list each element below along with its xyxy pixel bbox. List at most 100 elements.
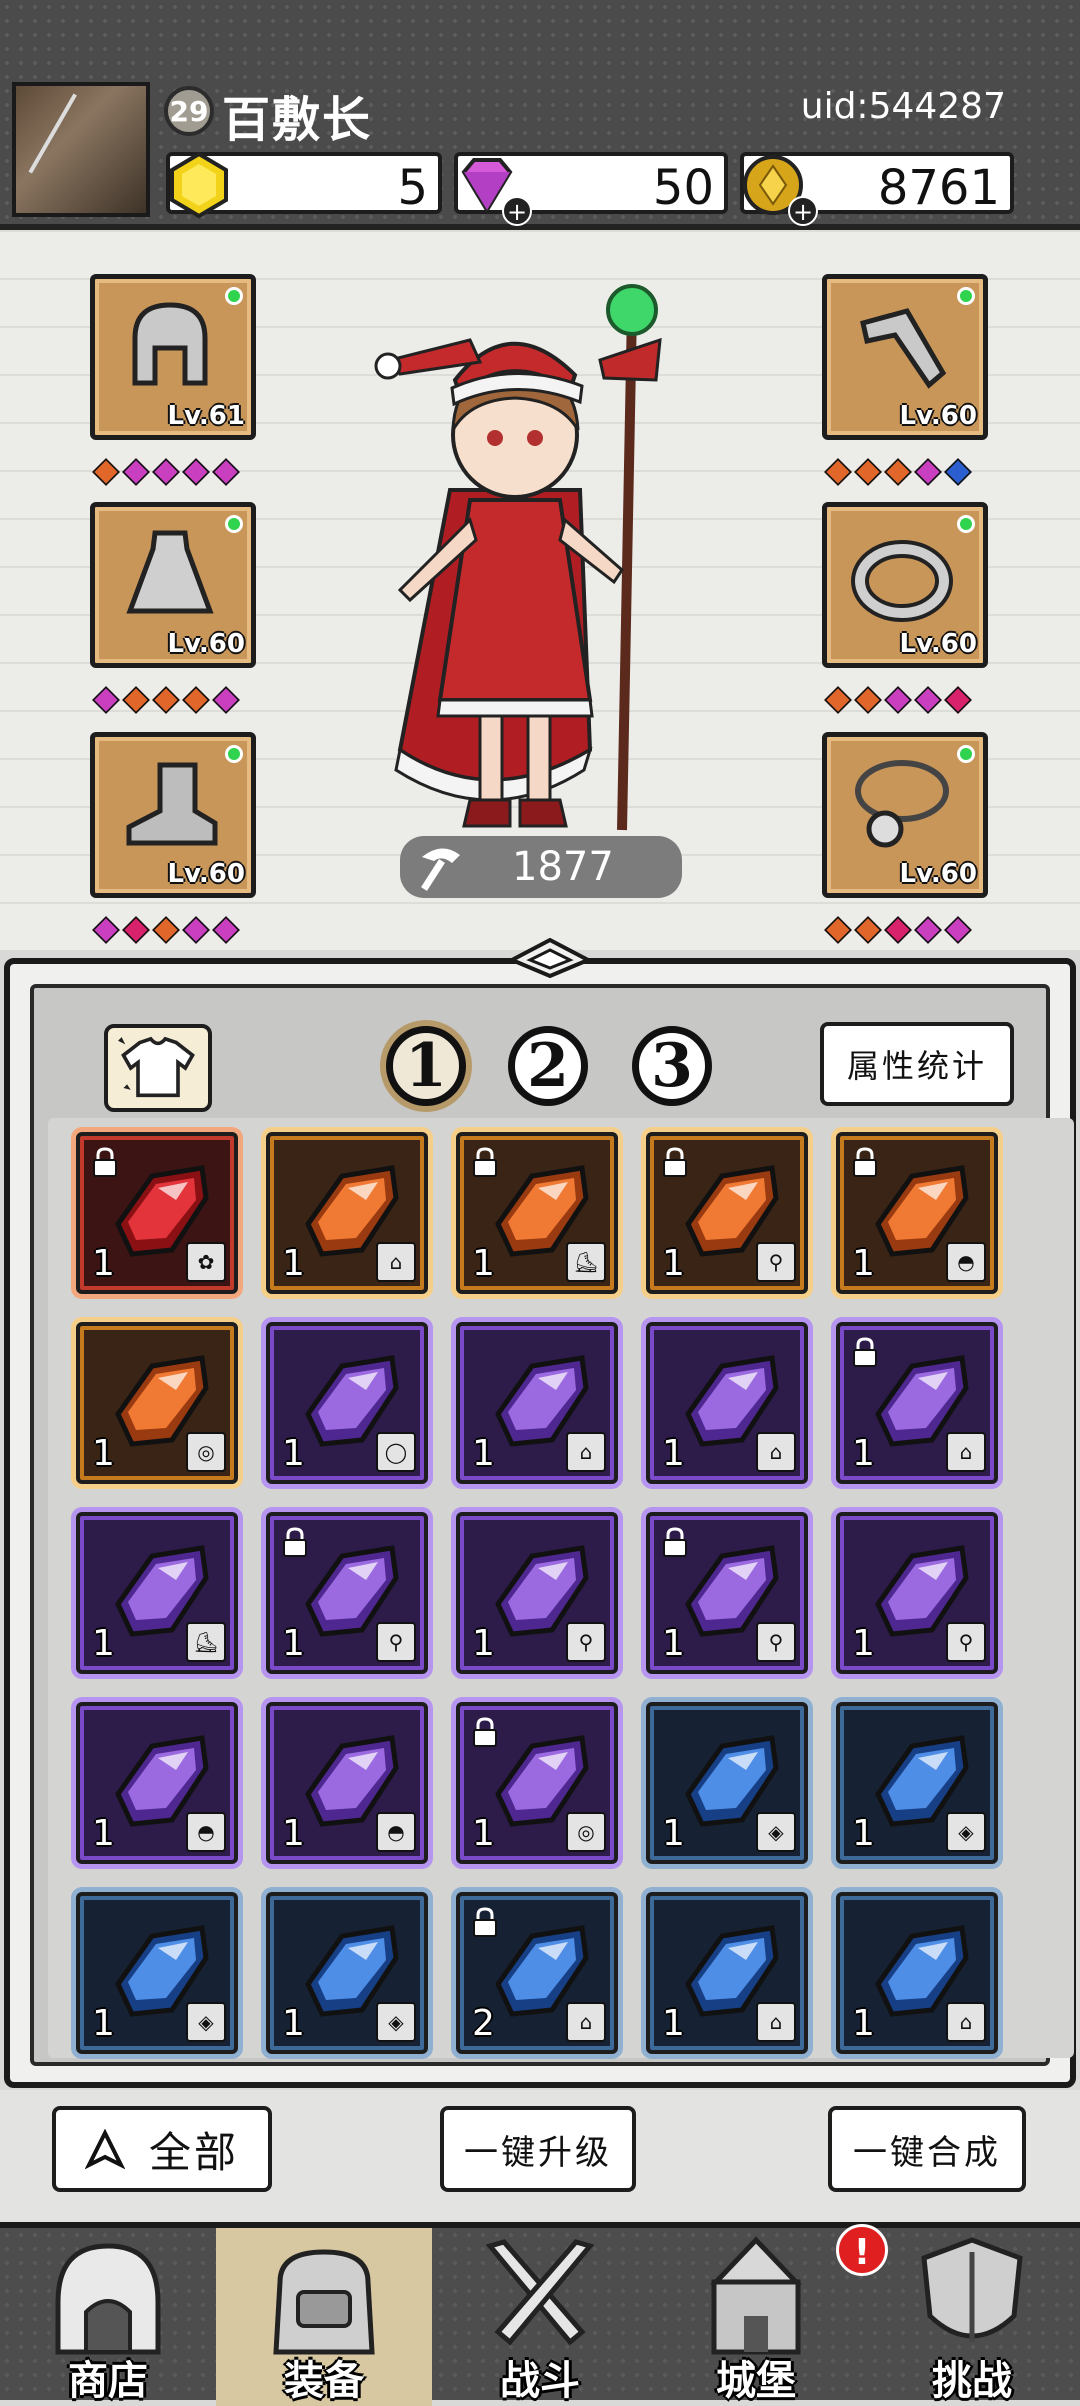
gem-quantity: 1 (282, 2003, 305, 2044)
boot-icon (126, 762, 218, 846)
inventory-gem-purple[interactable]: 1 ◯ (266, 1322, 428, 1484)
gem-socket (884, 916, 912, 944)
nav-castle-label: 城堡 (716, 2358, 796, 2404)
lock-icon (663, 1147, 687, 1177)
attribute-stats-button[interactable]: 属性统计 (820, 1022, 1014, 1106)
necklace-level: Lv.60 (899, 859, 977, 889)
gem-quantity: 1 (92, 1813, 115, 1854)
inventory-panel: 1 2 3 属性统计 1 ✿ 1 ⌂ 1 ⛸ 1 ⚲ 1 ◓ 1 ◎ 1 ◯ 1 ⌂ 1 ⌂ 1 ⌂ 1 ⛸ 1 ⚲ 1 ⚲ 1 ⚲ 1… (4, 938, 1076, 2088)
boot-slot-tag-icon: ⛸ (186, 1622, 226, 1662)
tab-2[interactable]: 2 (508, 1026, 588, 1106)
gem-quantity: 1 (282, 1813, 305, 1854)
gem-socket (122, 458, 150, 486)
gem-socket (854, 916, 882, 944)
inventory-gem-purple[interactable]: 1 ⚲ (266, 1512, 428, 1674)
tab-3[interactable]: 3 (632, 1026, 712, 1106)
inventory-gem-purple[interactable]: 1 ⛸ (76, 1512, 238, 1674)
inventory-gem-blue[interactable]: 2 ⌂ (456, 1892, 618, 2054)
necklace-slot-tag-icon: ◎ (566, 1812, 606, 1852)
hero-character[interactable] (360, 270, 680, 850)
ring-level: Lv.60 (899, 629, 977, 659)
crossed-swords-icon (485, 2239, 595, 2346)
lock-icon (853, 1337, 877, 1367)
diamond-counter[interactable]: + 50 (454, 152, 728, 226)
inventory-gem-blue[interactable]: 1 ⌂ (646, 1892, 808, 2054)
necklace-gem-sockets (824, 916, 972, 948)
coin-counter[interactable]: + 8761 (740, 152, 1014, 226)
drop-slot-tag-icon: ◈ (376, 2002, 416, 2042)
lock-icon (93, 1147, 117, 1177)
inventory-gem-purple[interactable]: 1 ⚲ (456, 1512, 618, 1674)
inventory-gem-red[interactable]: 1 ✿ (76, 1132, 238, 1294)
gem-quantity: 1 (92, 2003, 115, 2044)
weapon-slot-tag-icon: ⚲ (566, 1622, 606, 1662)
nav-castle[interactable]: 城堡 (648, 2228, 864, 2406)
shirt-icon (118, 1036, 195, 1098)
inventory-gem-blue[interactable]: 1 ◈ (266, 1892, 428, 2054)
coin-add-icon[interactable]: + (788, 196, 818, 226)
inventory-gem-orange[interactable]: 1 ◎ (76, 1322, 238, 1484)
helmet-slot[interactable]: Lv.61 (90, 274, 256, 440)
player-name: 百敷长 (222, 92, 373, 148)
gem-quantity: 1 (662, 1813, 685, 1854)
player-avatar[interactable] (12, 82, 150, 217)
inventory-gem-purple[interactable]: 1 ◎ (456, 1702, 618, 1864)
inventory-gem-purple[interactable]: 1 ⌂ (456, 1322, 618, 1484)
inventory-gem-blue[interactable]: 1 ⌂ (836, 1892, 998, 2054)
tab-1[interactable]: 1 (386, 1026, 466, 1106)
necklace-slot[interactable]: Lv.60 (822, 732, 988, 898)
inventory-gem-blue[interactable]: 1 ◈ (76, 1892, 238, 2054)
inventory-gem-orange[interactable]: 1 ⚲ (646, 1132, 808, 1294)
boot-slot-tag-icon: ⛸ (566, 1242, 606, 1282)
helmet-gem-sockets (92, 458, 240, 490)
triangle-up-icon (84, 2129, 125, 2169)
gem-socket (824, 916, 852, 944)
nav-challenge-label: 挑战 (932, 2358, 1012, 2404)
boots-gem-sockets (92, 916, 240, 948)
gem-socket (152, 916, 180, 944)
gem-socket (182, 458, 210, 486)
cloak-slot-tag-icon: ⌂ (566, 2002, 606, 2042)
inventory-gem-blue[interactable]: 1 ◈ (836, 1702, 998, 1864)
castle-alert-badge: ! (836, 2224, 888, 2276)
helmet-slot-tag-icon: ◓ (376, 1812, 416, 1852)
cloak-slot[interactable]: Lv.60 (90, 502, 256, 668)
cape-slot-tag-icon: ✿ (186, 1242, 226, 1282)
inventory-gem-orange[interactable]: 1 ◓ (836, 1132, 998, 1294)
inventory-gem-purple[interactable]: 1 ◓ (266, 1702, 428, 1864)
inventory-gem-purple[interactable]: 1 ⌂ (646, 1322, 808, 1484)
outfit-button[interactable] (104, 1024, 212, 1112)
filter-all-button[interactable]: 全部 (52, 2106, 272, 2192)
inventory-gem-purple[interactable]: 1 ⌂ (836, 1322, 998, 1484)
inventory-gem-blue[interactable]: 1 ◈ (646, 1702, 808, 1864)
nav-challenge[interactable]: 挑战 (864, 2228, 1080, 2406)
filter-all-label: 全部 (148, 2127, 239, 2177)
equipped-indicator (225, 515, 243, 533)
lock-icon (853, 1147, 877, 1177)
castle-icon (710, 2236, 802, 2355)
gem-quantity: 1 (92, 1243, 115, 1284)
inventory-gem-purple[interactable]: 1 ⚲ (836, 1512, 998, 1674)
inventory-gem-purple[interactable]: 1 ◓ (76, 1702, 238, 1864)
weapon-gem-sockets (824, 458, 972, 490)
gem-socket (212, 458, 240, 486)
nav-shop[interactable]: 商店 (0, 2228, 216, 2406)
inventory-gem-orange[interactable]: 1 ⌂ (266, 1132, 428, 1294)
top-header: 29 百敷长 uid:544287 5 + 50 + 8761 (0, 0, 1080, 230)
inventory-gem-purple[interactable]: 1 ⚲ (646, 1512, 808, 1674)
cloak-slot-tag-icon: ⌂ (756, 2002, 796, 2042)
one-click-merge-button[interactable]: 一键合成 (828, 2106, 1026, 2192)
diamond-add-icon[interactable]: + (502, 196, 532, 226)
gem-socket (854, 458, 882, 486)
inventory-gem-orange[interactable]: 1 ⛸ (456, 1132, 618, 1294)
ring-slot[interactable]: Lv.60 (822, 502, 988, 668)
one-click-upgrade-button[interactable]: 一键升级 (440, 2106, 636, 2192)
gem-quantity: 1 (472, 1243, 495, 1284)
nav-equip[interactable]: 装备 (216, 2228, 432, 2406)
weapon-slot[interactable]: Lv.60 (822, 274, 988, 440)
player-level-badge: 29 (164, 86, 214, 136)
lock-icon (473, 1147, 497, 1177)
nav-battle[interactable]: 战斗 (432, 2228, 648, 2406)
gem-socket (212, 686, 240, 714)
boots-slot[interactable]: Lv.60 (90, 732, 256, 898)
